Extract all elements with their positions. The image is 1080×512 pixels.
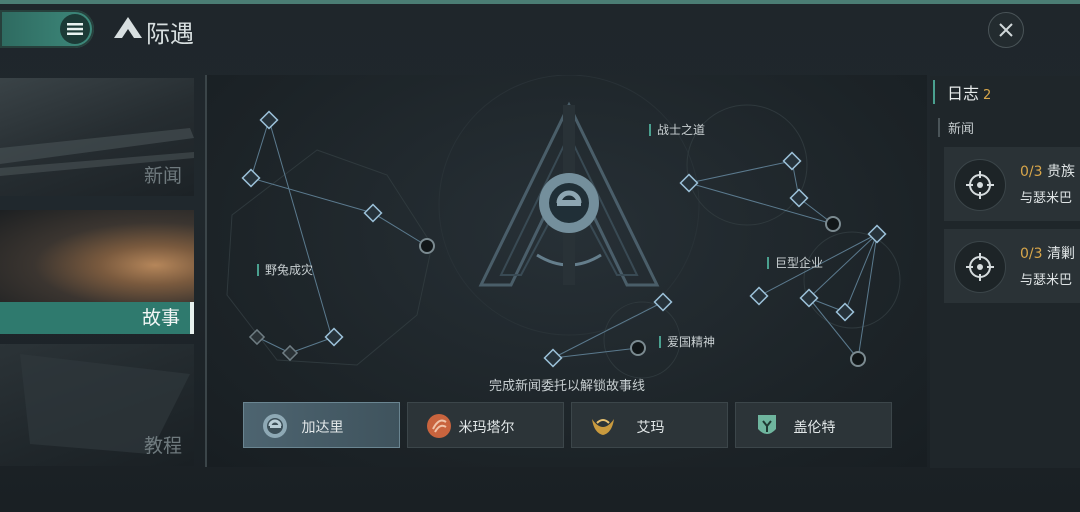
faction-amarr-button[interactable]: 艾玛 — [571, 402, 728, 448]
faction-name: 盖伦特 — [793, 420, 836, 436]
target-icon — [954, 159, 1006, 211]
page-title: 际遇 — [146, 20, 194, 48]
menu-button[interactable] — [0, 10, 94, 48]
faction-minmatar-button[interactable]: 米玛塔尔 — [407, 402, 564, 448]
log-section-news: 新闻 — [938, 118, 974, 137]
hamburger-menu-icon — [60, 14, 90, 44]
log-title-text: 日志 — [947, 84, 980, 103]
quest-target: 与瑟米巴 — [1020, 191, 1073, 206]
quest-target: 与瑟米巴 — [1020, 273, 1073, 288]
log-count: 2 — [983, 88, 992, 103]
tab-news[interactable]: 新闻 — [0, 78, 194, 196]
encounter-logo-icon — [112, 16, 144, 42]
close-icon — [999, 23, 1013, 37]
unlock-hint: 完成新闻委托以解锁故事线 — [488, 379, 645, 394]
faction-gallente-button[interactable]: 盖伦特 — [735, 402, 892, 448]
quest-item[interactable]: 0/3 清剿 与瑟米巴 — [944, 229, 1080, 303]
node-label-warrior[interactable]: 战士之道 — [649, 124, 705, 136]
map-end-nodes — [419, 216, 866, 367]
node-label-corp[interactable]: 巨型企业 — [767, 257, 823, 269]
quest-name: 贵族 — [1046, 164, 1075, 180]
quest-item[interactable]: 0/3 贵族 与瑟米巴 — [944, 147, 1080, 221]
tab-story[interactable]: 故事 — [0, 210, 194, 334]
close-button[interactable] — [988, 12, 1024, 48]
node-label-patriot[interactable]: 爱国精神 — [659, 336, 715, 348]
node-label-wild[interactable]: 野兔成灾 — [257, 264, 313, 276]
tab-tutorial-label: 教程 — [143, 435, 182, 457]
top-accent-line — [0, 0, 1080, 4]
faction-name: 加达里 — [301, 420, 344, 436]
tab-tutorial[interactable]: 教程 — [0, 344, 194, 466]
tab-story-label: 故事 — [141, 307, 180, 329]
story-tab-image — [0, 210, 194, 302]
faction-name: 艾玛 — [636, 420, 665, 436]
quest-name: 清剿 — [1046, 246, 1075, 262]
faction-name: 米玛塔尔 — [458, 420, 515, 436]
log-title: 日志 2 — [933, 80, 991, 104]
quest-progress: 0/3 — [1020, 246, 1043, 262]
story-map-panel: 战士之道 野兔成灾 巨型企业 爱国精神 完成新闻委托以解锁故事线 加达里 米玛塔… — [205, 75, 927, 467]
target-icon — [954, 241, 1006, 293]
faction-caldari-button[interactable]: 加达里 — [243, 402, 400, 448]
tab-news-label: 新闻 — [143, 165, 182, 187]
quest-progress: 0/3 — [1020, 164, 1043, 180]
